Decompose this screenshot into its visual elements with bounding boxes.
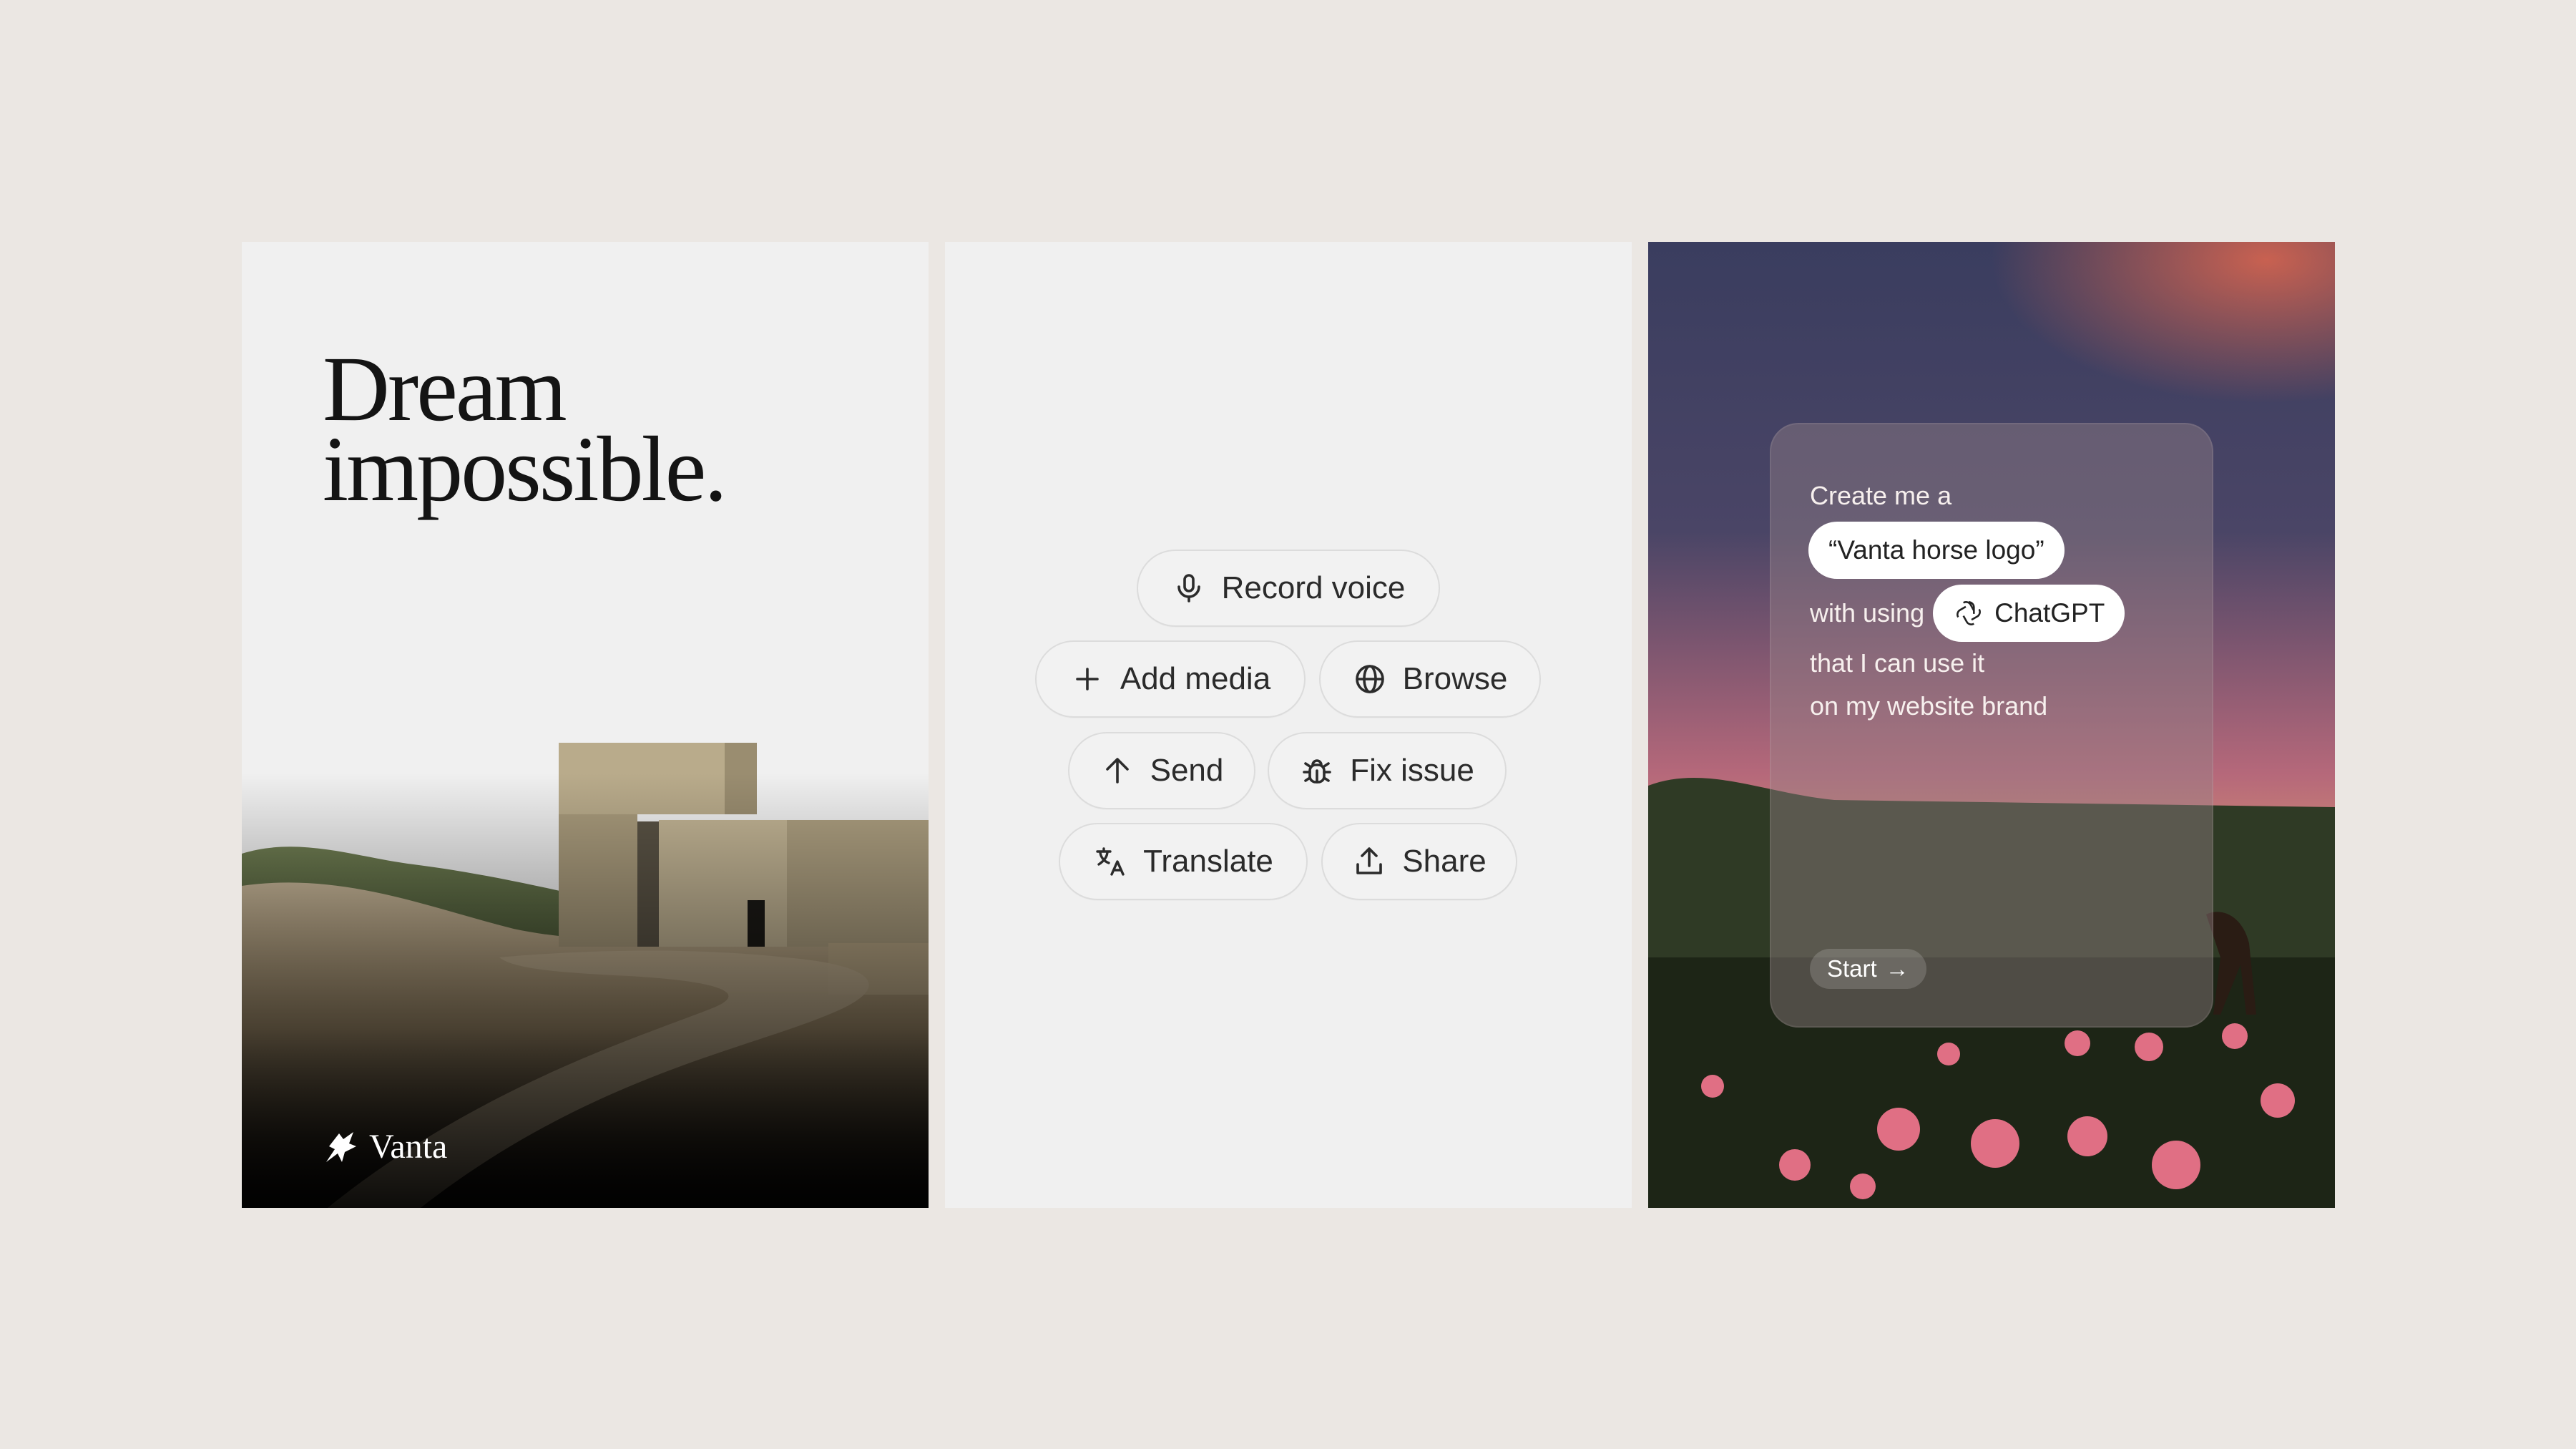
record-voice-button[interactable]: Record voice <box>1137 550 1440 627</box>
brand-logo: Vanta <box>320 1127 447 1166</box>
arrow-up-icon <box>1105 758 1129 784</box>
brand-name: Vanta <box>369 1128 448 1166</box>
browse-button[interactable]: Browse <box>1319 640 1541 718</box>
bug-icon <box>1303 759 1332 784</box>
translate-icon <box>1096 847 1125 876</box>
translate-button[interactable]: Translate <box>1059 823 1308 900</box>
prompt-line-4: on my website brand <box>1810 691 2048 721</box>
send-button[interactable]: Send <box>1068 732 1255 809</box>
poster-headline: Dream impossible. <box>323 338 728 521</box>
horse-logo-icon <box>326 1131 356 1162</box>
microphone-icon <box>1177 574 1200 602</box>
poster-card: Dream impossible. Vanta <box>242 242 929 1208</box>
prompt-subject-pill[interactable]: “Vanta horse logo” <box>1808 522 2065 579</box>
add-media-button[interactable]: Add media <box>1035 640 1306 718</box>
globe-icon <box>1355 665 1384 693</box>
share-icon <box>1356 847 1383 874</box>
prompt-panel: Create me a “Vanta horse logo” with usin… <box>1770 423 2213 1028</box>
prompt-showcase-card: Create me a “Vanta horse logo” with usin… <box>1648 242 2335 1208</box>
share-button[interactable]: Share <box>1321 823 1517 900</box>
actions-card: Record voice Add media Browse Send Fix i… <box>945 242 1632 1208</box>
start-button[interactable]: Start → <box>1810 949 1926 989</box>
prompt-line-1: Create me a <box>1810 481 1952 510</box>
arrow-right-icon: → <box>1885 955 1909 982</box>
chatgpt-tool-pill[interactable]: ChatGPT <box>1933 585 2125 642</box>
fix-issue-button[interactable]: Fix issue <box>1268 732 1507 809</box>
prompt-line-2: with using <box>1810 598 1925 628</box>
plus-icon <box>1076 668 1099 691</box>
chatgpt-icon <box>1957 601 1982 625</box>
prompt-line-3: that I can use it <box>1810 648 1985 678</box>
